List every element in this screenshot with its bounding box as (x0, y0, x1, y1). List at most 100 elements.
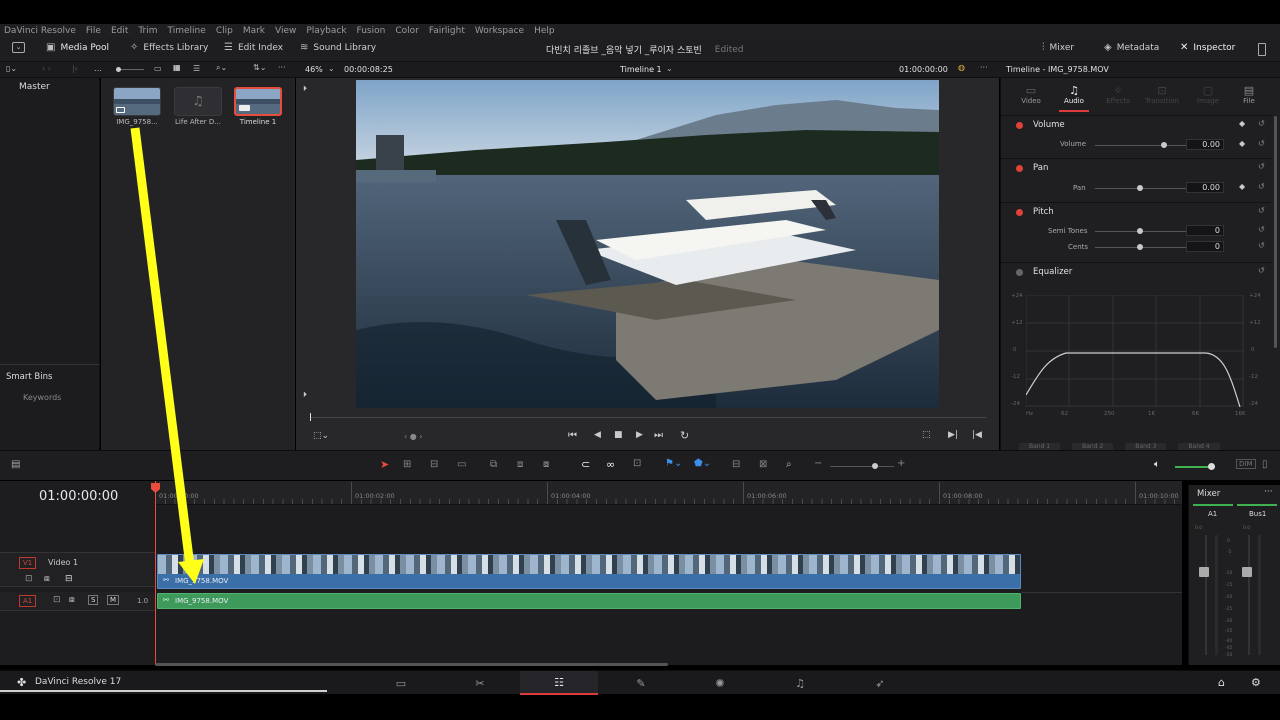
snapping-icon[interactable]: ⊂ (581, 458, 590, 471)
page-fairlight[interactable]: ♫ (761, 671, 839, 695)
effects-library-button[interactable]: ✧ Effects Library (130, 43, 208, 54)
meter-icon[interactable]: ▯ (1262, 459, 1268, 470)
playhead[interactable] (155, 481, 156, 665)
video-clip[interactable]: ⚯ IMG_9758.MOV (157, 554, 1021, 589)
menu-item[interactable]: File (86, 26, 101, 36)
menu-item[interactable]: Color (395, 26, 419, 36)
keyframe-icon[interactable]: ◆ (1239, 119, 1245, 128)
more-icon[interactable]: … (94, 64, 102, 73)
edit-index-button[interactable]: ☰ Edit Index (224, 43, 283, 54)
master-volume-slider[interactable] (1175, 463, 1215, 470)
viewer-options-icon[interactable]: ··· (980, 63, 988, 72)
play-icon[interactable]: ▶ (636, 430, 643, 440)
menu-item[interactable]: Trim (138, 26, 157, 36)
solo-button[interactable]: S (88, 595, 99, 605)
stop-icon[interactable]: ■ (614, 430, 623, 440)
menu-item[interactable]: DaVinci Resolve (4, 26, 76, 36)
replace-clip-icon[interactable]: ⧇ (543, 459, 549, 470)
slider-knob[interactable] (1161, 142, 1167, 148)
tab-effects[interactable]: ✧ Effects (1103, 84, 1133, 105)
settings-gear-icon[interactable]: ⚙ (1251, 676, 1261, 689)
track-badge[interactable]: A1 (19, 595, 37, 607)
zoom-dropdown-icon[interactable]: ⌄ (328, 64, 335, 73)
media-clip-video[interactable] (113, 87, 161, 116)
volume-slider[interactable] (1095, 142, 1191, 148)
semi-tones-slider[interactable] (1095, 228, 1191, 234)
home-icon[interactable]: ⌂ (1218, 676, 1225, 689)
reset-icon[interactable]: ↺ (1258, 182, 1265, 191)
play-reverse-icon[interactable]: ◀ (594, 430, 601, 440)
volume-value[interactable]: 0.00 (1186, 139, 1224, 150)
fader-knob[interactable] (1199, 567, 1209, 577)
page-media[interactable]: ▭ (362, 671, 440, 695)
cents-value[interactable]: 0 (1186, 241, 1224, 252)
selection-tool-icon[interactable]: ➤ (380, 458, 389, 471)
track-badge[interactable]: V1 (19, 557, 37, 569)
timeline-dropdown-icon[interactable]: ⌄ (666, 64, 673, 73)
layout-toggle-icon[interactable] (1258, 43, 1266, 56)
pitch-enable-toggle[interactable] (1016, 209, 1023, 216)
timeline-scrollbar[interactable] (155, 663, 668, 666)
zoom-custom-icon[interactable]: ⌕ (786, 459, 792, 470)
lock-track-icon[interactable]: ⊡ (25, 574, 33, 584)
media-timeline-item[interactable] (234, 87, 282, 116)
sort-icon[interactable]: ⇅⌄ (253, 63, 266, 72)
menu-item[interactable]: Timeline (168, 26, 206, 36)
speaker-icon[interactable]: 🔈︎ (1154, 459, 1160, 470)
tab-video[interactable]: ▭ Video (1019, 84, 1043, 105)
inspector-button[interactable]: ✕ Inspector (1180, 43, 1235, 54)
slider-knob[interactable] (1208, 463, 1215, 470)
timeline-ruler[interactable]: 01:00:00:00 01:00:02:00 01:00:04:00 01:0… (155, 481, 1182, 505)
volume-enable-toggle[interactable] (1016, 122, 1023, 129)
menu-item[interactable]: Playback (306, 26, 346, 36)
pan-value[interactable]: 0.00 (1186, 182, 1224, 193)
keyframe-icon[interactable]: ◆ (1239, 139, 1245, 148)
lock-icon[interactable]: ⊡ (633, 458, 641, 469)
semi-tones-value[interactable]: 0 (1186, 225, 1224, 236)
nav-back-forward-icon[interactable]: ‹ › (42, 64, 51, 73)
reset-icon[interactable]: ↺ (1258, 266, 1265, 275)
page-cut[interactable]: ✂ (441, 671, 519, 695)
menu-item[interactable]: Mark (243, 26, 265, 36)
menu-item[interactable]: Edit (111, 26, 128, 36)
mixer-button[interactable]: ⫶ Mixer (1042, 43, 1074, 54)
more-options-icon[interactable]: ··· (278, 63, 286, 72)
search-icon[interactable]: ⌕⌄ (216, 63, 227, 73)
viewer-scrubber[interactable] (310, 413, 986, 421)
match-frame-icon[interactable]: ⬚ (922, 430, 931, 440)
metadata-view-icon[interactable]: ▭ (154, 64, 162, 73)
zoom-out-icon[interactable]: − (814, 458, 822, 469)
linked-selection-icon[interactable]: ∞ (606, 458, 615, 471)
prev-marker-icon[interactable]: ⏵ (303, 84, 307, 94)
menu-item[interactable]: Fairlight (429, 26, 465, 36)
eq-graph[interactable]: +24 +12 0 -12 -24 +24 +12 0 -12 -24 Hz 6… (1011, 289, 1261, 423)
metadata-button[interactable]: ◈ Metadata (1104, 43, 1159, 54)
reset-icon[interactable]: ↺ (1258, 139, 1265, 148)
page-deliver[interactable]: ➶ (841, 671, 919, 695)
reset-icon[interactable]: ↺ (1258, 225, 1265, 234)
reset-icon[interactable]: ↺ (1258, 241, 1265, 250)
tab-transition[interactable]: ⊡ Transition (1143, 84, 1181, 105)
audio-clip[interactable]: ⚯ IMG_9758.MOV (157, 593, 1021, 609)
scrubber-playhead[interactable] (310, 413, 311, 421)
trim-tool-icon[interactable]: ⊞ (403, 459, 411, 470)
menu-item[interactable]: Clip (216, 26, 233, 36)
tab-audio[interactable]: ♫ Audio (1059, 84, 1089, 112)
zoom-detail-icon[interactable]: ⊠ (759, 459, 767, 470)
lock-track-icon[interactable]: ⊡ (53, 595, 61, 605)
color-wheel-icon[interactable]: ◍ (958, 63, 965, 72)
dim-icon[interactable]: DIM (1236, 459, 1256, 469)
marker-icon[interactable]: ⬟⌄ (694, 458, 711, 469)
zoom-slider[interactable] (830, 463, 894, 469)
slider-knob[interactable] (116, 67, 121, 72)
grid-view-icon[interactable]: ▦ (173, 63, 181, 72)
track-name[interactable]: Video 1 (48, 558, 78, 567)
list-view-icon[interactable]: ☰ (193, 64, 200, 73)
smart-bin-keywords[interactable]: Keywords (23, 393, 61, 402)
mixer-options-icon[interactable]: ··· (1264, 487, 1273, 497)
page-edit[interactable]: ☷ (520, 671, 598, 695)
overwrite-clip-icon[interactable]: ⧈ (517, 459, 523, 470)
go-to-end-icon[interactable]: ⏭ (654, 430, 663, 441)
mute-button[interactable]: M (107, 595, 120, 605)
slider-knob[interactable] (1137, 228, 1143, 234)
